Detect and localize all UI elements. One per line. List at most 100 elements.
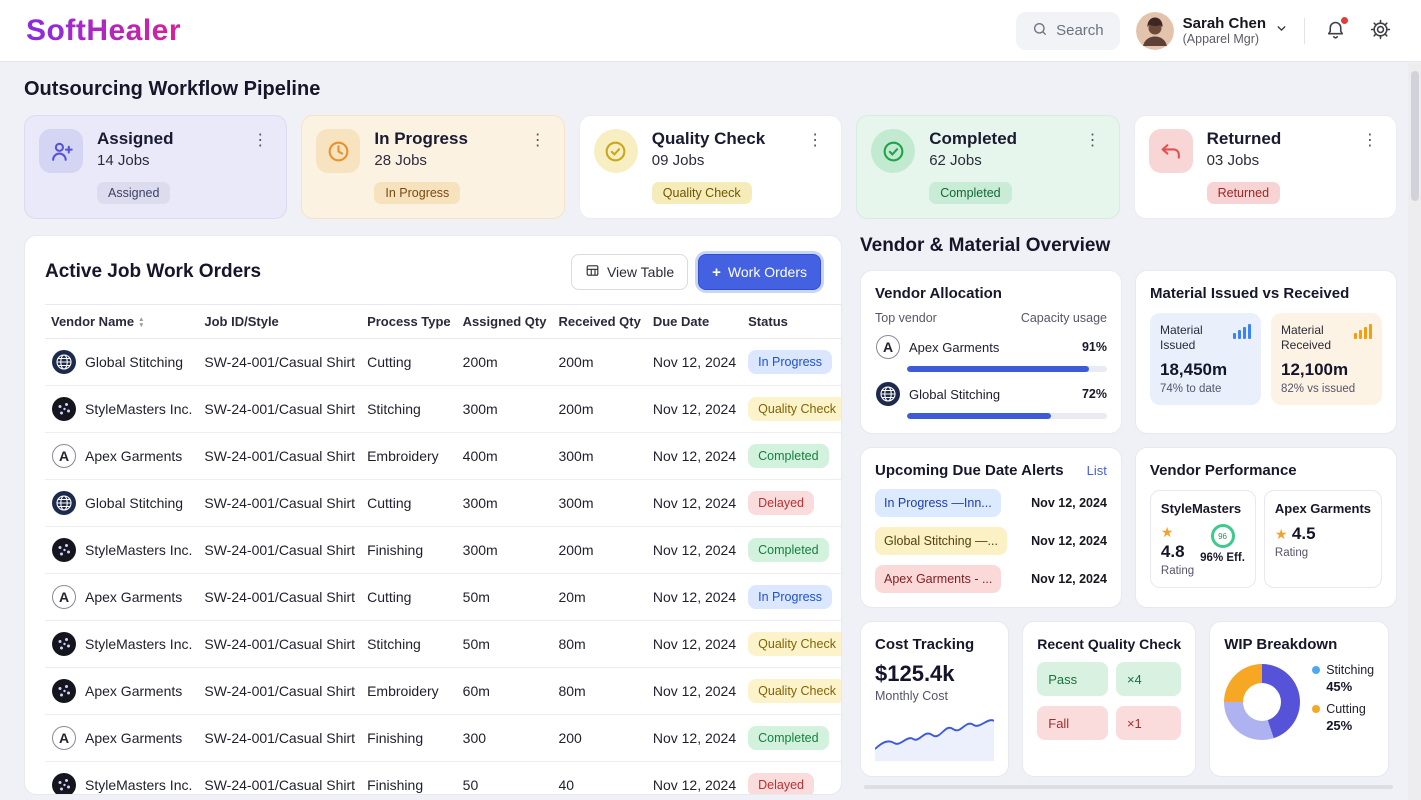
view-table-button[interactable]: View Table [571, 254, 688, 290]
table-row[interactable]: AApex GarmentsSW-24-001/Casual ShirtCutt… [45, 574, 842, 621]
process-type: Finishing [361, 715, 457, 762]
notification-dot [1341, 17, 1348, 24]
pipeline-card-badge: In Progress [374, 182, 460, 204]
pipeline-card-title: Returned [1207, 129, 1282, 149]
material-card: Material Issued vs Received Material Iss… [1135, 270, 1397, 434]
rating-label: Rating [1275, 547, 1316, 559]
table-row[interactable]: StyleMasters Inc.SW-24-001/Casual ShirtF… [45, 527, 842, 574]
quality-list: Pass×4Fall×1 [1037, 662, 1181, 740]
allocation-vendor-name: Apex Garments [909, 340, 1074, 355]
horizontal-scrollbar[interactable] [864, 785, 1393, 789]
table-row[interactable]: StyleMasters Inc.SW-24-001/Casual ShirtS… [45, 621, 842, 668]
alert-pill[interactable]: Global Stitching —... [875, 527, 1007, 555]
vendor-name: Apex Garments [85, 448, 182, 464]
allocation-list: AApex Garments91%Global Stitching72% [875, 334, 1107, 419]
job-id: SW-24-001/Casual Shirt [198, 527, 361, 574]
vendor-globe-icon [51, 349, 77, 375]
material-issued-label: Material Issued [1160, 323, 1220, 353]
vendor-name: Global Stitching [85, 354, 183, 370]
pipeline-card-count: 09 Jobs [652, 152, 765, 169]
job-id: SW-24-001/Casual Shirt [198, 668, 361, 715]
kebab-menu-icon[interactable]: ⋮ [1356, 128, 1384, 152]
table-row[interactable]: AApex GarmentsSW-24-001/Casual ShirtEmbr… [45, 433, 842, 480]
kebab-menu-icon[interactable]: ⋮ [1079, 128, 1107, 152]
table-row[interactable]: StyleMasters Inc.SW-24-001/Casual ShirtF… [45, 762, 842, 796]
material-received-label: Material Received [1281, 323, 1341, 353]
vendor-stylemasters-icon [51, 396, 77, 422]
due-date: Nov 12, 2024 [647, 762, 742, 796]
vendor-name: Apex Garments [85, 730, 182, 746]
legend-label: Cutting [1326, 702, 1366, 716]
page-title: Outsourcing Workflow Pipeline [24, 78, 1397, 101]
alert-pill[interactable]: In Progress —Inn... [875, 489, 1001, 517]
chevron-down-icon[interactable] [1275, 22, 1288, 40]
kebab-menu-icon[interactable]: ⋮ [246, 128, 274, 152]
assigned-qty: 50m [457, 574, 553, 621]
kebab-menu-icon[interactable]: ⋮ [801, 128, 829, 152]
vendor-performance-title: Vendor Performance [1150, 462, 1382, 479]
sort-icon[interactable]: ▲▼ [138, 317, 144, 329]
alert-pill[interactable]: Apex Garments - ... [875, 565, 1001, 593]
app-logo[interactable]: SoftHealer [26, 14, 181, 48]
apex-letter-avatar: A [876, 335, 900, 359]
pipeline-card-count: 28 Jobs [374, 152, 468, 169]
material-received-value: 12,100m [1281, 360, 1372, 380]
material-received-box: Material Received 12,100m 82% vs issued [1271, 313, 1382, 405]
kebab-menu-icon[interactable]: ⋮ [524, 128, 552, 152]
vendor-name: StyleMasters Inc. [85, 542, 192, 558]
assigned-qty: 300m [457, 527, 553, 574]
assigned-qty: 300m [457, 386, 553, 433]
wip-donut-chart [1224, 664, 1300, 740]
vendor-globe-icon [51, 490, 77, 516]
column-vendor-name[interactable]: Vendor Name▲▼ [45, 305, 198, 339]
overview-row-1: Vendor Allocation Top vendor Capacity us… [860, 270, 1397, 434]
vendor-performance-card: Vendor Performance StyleMasters★ 4.8Rati… [1135, 447, 1397, 608]
main-content: Outsourcing Workflow Pipeline Assigned14… [0, 62, 1421, 795]
search-placeholder: Search [1056, 22, 1104, 39]
clock-icon [316, 129, 360, 173]
orders-actions: View Table + Work Orders [571, 254, 821, 290]
rating-col: ★ 4.8Rating [1161, 524, 1194, 577]
due-date: Nov 12, 2024 [647, 527, 742, 574]
alerts-list-link[interactable]: List [1087, 463, 1107, 478]
content-columns: Active Job Work Orders View Table + Work… [24, 235, 1397, 795]
table-row[interactable]: Apex GarmentsSW-24-001/Casual ShirtEmbro… [45, 668, 842, 715]
job-id: SW-24-001/Casual Shirt [198, 386, 361, 433]
overview-title: Vendor & Material Overview [860, 235, 1397, 257]
due-date: Nov 12, 2024 [647, 433, 742, 480]
vendor-stylemasters-icon [51, 772, 77, 795]
assigned-qty: 300m [457, 480, 553, 527]
orders-header: Active Job Work Orders View Table + Work… [45, 254, 821, 290]
process-type: Cutting [361, 480, 457, 527]
status-badge: In Progress [748, 350, 832, 374]
table-row[interactable]: AApex GarmentsSW-24-001/Casual ShirtFini… [45, 715, 842, 762]
status-badge: Quality Check [748, 632, 842, 656]
table-row[interactable]: Global StitchingSW-24-001/Casual ShirtCu… [45, 480, 842, 527]
overview-row-2: Upcoming Due Date Alerts List In Progres… [860, 447, 1397, 608]
quality-row-pass: Pass×4 [1037, 662, 1181, 696]
status-badge: Completed [748, 444, 828, 468]
assigned-qty: 50 [457, 762, 553, 796]
vendor-name: StyleMasters Inc. [85, 401, 192, 417]
vendor-globe-icon [875, 381, 901, 407]
user-menu[interactable]: Sarah Chen (Apparel Mgr) [1136, 12, 1288, 50]
scrollbar-thumb[interactable] [1411, 71, 1419, 201]
quality-label: Pass [1037, 662, 1108, 696]
alert-date: Nov 12, 2024 [1031, 534, 1107, 548]
table-row[interactable]: Global StitchingSW-24-001/Casual ShirtCu… [45, 339, 842, 386]
job-id: SW-24-001/Casual Shirt [198, 621, 361, 668]
settings-button[interactable] [1366, 15, 1395, 47]
material-received-sub: 82% vs issued [1281, 383, 1372, 395]
pipeline-card-badge: Assigned [97, 182, 170, 204]
notifications-button[interactable] [1321, 15, 1350, 47]
process-type: Cutting [361, 339, 457, 386]
add-work-orders-button[interactable]: + Work Orders [698, 254, 821, 290]
search-input[interactable]: Search [1016, 12, 1120, 50]
vendor-name: StyleMasters Inc. [85, 777, 192, 793]
status-badge: Completed [748, 726, 828, 750]
rating-col: ★ 4.5Rating [1275, 524, 1316, 559]
legend-item-cutting: Cutting25% [1312, 702, 1374, 733]
table-row[interactable]: StyleMasters Inc.SW-24-001/Casual ShirtS… [45, 386, 842, 433]
vertical-scrollbar[interactable] [1408, 63, 1421, 800]
allocation-item-apex-garments: AApex Garments91% [875, 334, 1107, 372]
